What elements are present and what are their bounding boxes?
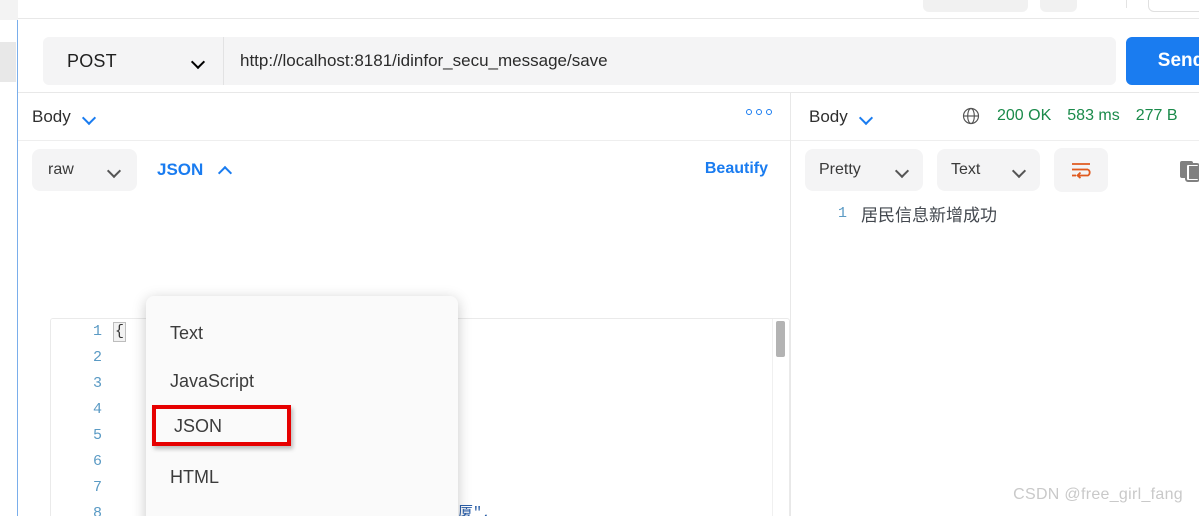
body-format-selector[interactable]: JSON xyxy=(157,160,232,180)
editor-scrollbar-track[interactable] xyxy=(772,319,789,516)
status-code: 200 OK xyxy=(997,107,1052,124)
chevron-down-icon xyxy=(896,166,909,174)
tab-body-response-label: Body xyxy=(809,106,848,126)
response-format-selector[interactable]: Text xyxy=(937,149,1040,191)
editor-scrollbar-thumb[interactable] xyxy=(776,321,785,357)
code-line-text: { xyxy=(113,322,127,342)
chevron-down-icon xyxy=(108,166,121,174)
copy-icon xyxy=(1180,161,1199,182)
copy-button[interactable] xyxy=(1179,157,1199,185)
body-type-selector[interactable]: raw xyxy=(32,149,137,191)
send-button[interactable]: Send xyxy=(1126,37,1199,85)
body-format-label: JSON xyxy=(157,160,204,179)
response-time: 583 ms xyxy=(1067,107,1120,124)
top-toolbar-cutoff xyxy=(18,0,1199,19)
line-number: 8 xyxy=(92,505,102,516)
line-number: 1 xyxy=(837,204,847,222)
request-url-row: POST http://localhost:8181/idinfor_secu_… xyxy=(18,20,1199,93)
watermark: CSDN @free_girl_fang xyxy=(1013,486,1183,503)
app-sidebar-rail xyxy=(0,0,18,516)
body-type-label: raw xyxy=(48,161,74,178)
chevron-up-icon xyxy=(219,166,232,174)
response-body: 1 居民信息新增成功 xyxy=(791,199,1199,227)
toolbar-pill-c[interactable] xyxy=(1148,0,1199,12)
response-format-label: Text xyxy=(951,161,981,178)
editor-gutter: 1 2 3 4 5 6 7 8 9 10 11 xyxy=(51,319,113,516)
tab-body-request[interactable]: Body xyxy=(32,107,96,127)
response-body-text: 居民信息新增成功 xyxy=(861,205,997,225)
ellipsis-icon[interactable] xyxy=(746,109,772,115)
beautify-button[interactable]: Beautify xyxy=(705,160,768,178)
toolbar-pill-b[interactable] xyxy=(1040,0,1077,12)
word-wrap-icon xyxy=(1072,163,1091,179)
app-window: POST http://localhost:8181/idinfor_secu_… xyxy=(0,0,1199,516)
dropdown-option-text[interactable]: Text xyxy=(146,309,458,357)
request-body-toolbar: raw JSON Beautify xyxy=(18,141,790,199)
request-panel-header: Body xyxy=(18,93,790,141)
globe-icon xyxy=(962,107,980,125)
rail-active-item[interactable] xyxy=(0,42,16,82)
request-panel: Body raw JSON Beautify 1 2 3 4 5 6 7 8 {… xyxy=(18,93,790,516)
chevron-down-icon xyxy=(83,113,96,121)
line-number: 2 xyxy=(92,349,102,366)
http-method-label: POST xyxy=(67,50,117,71)
selection-highlight-box: JSON xyxy=(152,405,291,446)
line-number: 7 xyxy=(92,479,102,496)
response-body-row: 1 居民信息新增成功 xyxy=(791,199,1199,227)
dropdown-option-html[interactable]: HTML xyxy=(146,453,458,501)
response-panel: Body 200 OK 583 ms 277 B Pretty Text 1 居… xyxy=(791,93,1199,516)
response-view-mode-label: Pretty xyxy=(819,161,861,178)
chevron-down-icon xyxy=(1013,166,1026,174)
response-toolbar: Pretty Text xyxy=(791,141,1199,199)
line-number: 3 xyxy=(92,375,102,392)
response-view-mode-selector[interactable]: Pretty xyxy=(805,149,923,191)
toolbar-divider xyxy=(1126,0,1127,8)
http-method-selector[interactable]: POST xyxy=(43,37,223,85)
format-dropdown-menu[interactable]: Text JavaScript HTML XML JSON xyxy=(146,296,458,516)
dropdown-option-xml[interactable]: XML xyxy=(146,501,458,516)
dropdown-option-json-label: JSON xyxy=(174,416,223,436)
dropdown-option-javascript[interactable]: JavaScript xyxy=(146,357,458,405)
rail-top-strip xyxy=(0,0,18,20)
chevron-down-icon xyxy=(192,57,205,65)
response-size: 277 B xyxy=(1135,107,1178,124)
line-number: 6 xyxy=(92,453,102,470)
response-status-group: 200 OK 583 ms 277 B xyxy=(961,106,1178,126)
chevron-down-icon xyxy=(860,113,873,121)
line-number: 4 xyxy=(92,401,102,418)
url-input[interactable]: http://localhost:8181/idinfor_secu_messa… xyxy=(223,37,1116,85)
toolbar-pill-a[interactable] xyxy=(923,0,1028,12)
tab-body-response[interactable]: Body xyxy=(809,107,873,127)
tab-body-request-label: Body xyxy=(32,106,71,126)
response-panel-header: Body 200 OK 583 ms 277 B xyxy=(791,93,1199,141)
line-number: 1 xyxy=(92,323,102,340)
word-wrap-button[interactable] xyxy=(1054,148,1108,192)
line-number: 5 xyxy=(92,427,102,444)
url-text: http://localhost:8181/idinfor_secu_messa… xyxy=(240,51,608,70)
